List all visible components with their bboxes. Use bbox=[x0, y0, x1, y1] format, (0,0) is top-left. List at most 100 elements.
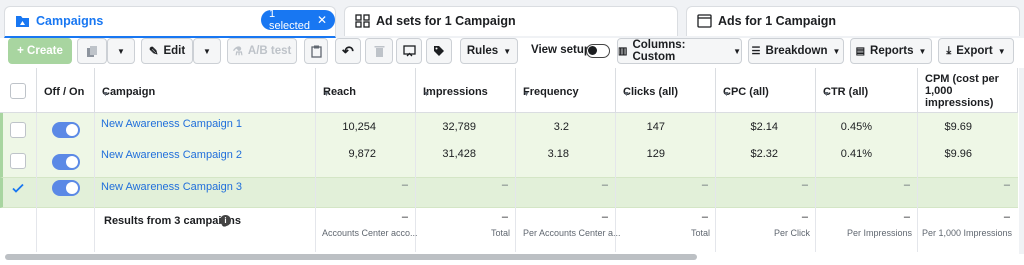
chevron-down-icon: ▼ bbox=[117, 46, 125, 56]
row-checkbox[interactable] bbox=[10, 122, 26, 138]
col-reach[interactable]: Reach ▼ bbox=[316, 68, 416, 113]
ctr-value: – bbox=[903, 179, 910, 191]
row-checkbox[interactable] bbox=[10, 153, 26, 169]
columns-icon: ▥ bbox=[618, 45, 628, 57]
select-all-checkbox[interactable] bbox=[10, 83, 26, 99]
columns-button[interactable]: ▥ Columns: Custom ▼ bbox=[617, 38, 742, 64]
duplicate-dropdown[interactable]: ▼ bbox=[107, 38, 135, 64]
results-row: Results from 3 campaigns i – – – – – – –… bbox=[0, 208, 1018, 252]
preview-icon bbox=[402, 45, 416, 57]
campaign-name-link[interactable]: New Awareness Campaign 2 bbox=[101, 149, 242, 161]
col-cpm[interactable]: CPM (cost per 1,000 impressions) bbox=[918, 68, 1018, 113]
col-ctr[interactable]: CTR (all) ▼ bbox=[816, 68, 918, 113]
undo-icon: ↶ bbox=[342, 42, 354, 59]
export-button[interactable]: ⤓ Export ▼ bbox=[938, 38, 1014, 64]
campaign-name-link[interactable]: New Awareness Campaign 1 bbox=[101, 118, 242, 130]
col-cpc[interactable]: CPC (all) ▼ bbox=[716, 68, 816, 113]
chevron-down-icon: ▼ bbox=[832, 46, 841, 56]
edit-button[interactable]: ✎ Edit bbox=[141, 38, 193, 64]
tab-ad-sets[interactable]: Ad sets for 1 Campaign bbox=[344, 6, 678, 36]
frequency-value: – bbox=[601, 179, 608, 191]
cpm-value: $9.69 bbox=[944, 121, 972, 133]
preview-button[interactable] bbox=[396, 38, 422, 64]
selected-badge[interactable]: 1 selected ✕ bbox=[261, 8, 335, 32]
undo-button[interactable]: ↶ bbox=[335, 38, 361, 64]
ctr-value: 0.45% bbox=[840, 121, 872, 133]
info-icon[interactable]: i bbox=[220, 215, 231, 226]
horizontal-scrollbar[interactable] bbox=[5, 254, 697, 260]
vertical-scrollbar[interactable] bbox=[1019, 68, 1024, 254]
breakdown-icon: ☰ bbox=[751, 45, 761, 57]
sort-icon[interactable]: ▼ bbox=[523, 89, 610, 101]
cpc-total-dash: – bbox=[801, 211, 808, 223]
frequency-total-dash: – bbox=[601, 211, 608, 223]
grid-col bbox=[0, 208, 37, 252]
reach-value: 9,872 bbox=[348, 148, 376, 160]
row-checkbox-checked[interactable] bbox=[10, 180, 26, 196]
grid-icon bbox=[355, 14, 370, 28]
col-frequency[interactable]: Frequency ▼ bbox=[516, 68, 616, 113]
col-campaign[interactable]: Campaign ▼ bbox=[95, 68, 316, 113]
sort-icon[interactable]: ▼ bbox=[723, 89, 810, 101]
ctr-total-dash: – bbox=[903, 211, 910, 223]
clicks-total-dash: – bbox=[701, 211, 708, 223]
create-button[interactable]: + Create bbox=[8, 38, 72, 64]
reach-total-dash: – bbox=[401, 211, 408, 223]
view-setup-label: View setup bbox=[531, 44, 591, 56]
impressions-value: – bbox=[501, 179, 508, 191]
chevron-down-icon: ▼ bbox=[503, 46, 512, 56]
sort-icon[interactable]: ▼ bbox=[823, 89, 912, 101]
ab-test-button[interactable]: ⚗ A/B test bbox=[227, 38, 297, 64]
tag-button[interactable] bbox=[426, 38, 452, 64]
campaign-toggle[interactable] bbox=[52, 180, 80, 196]
clicks-total-caption: Total bbox=[690, 228, 710, 238]
clear-selection-icon[interactable]: ✕ bbox=[317, 13, 327, 27]
cpm-value: $9.96 bbox=[944, 148, 972, 160]
col-off-on: Off / On bbox=[37, 68, 95, 113]
cpm-total-caption: Per 1,000 Impressions bbox=[921, 228, 1012, 238]
columns-label: Columns: Custom bbox=[632, 39, 686, 63]
reports-button[interactable]: ▤ Reports ▼ bbox=[850, 38, 932, 64]
sort-icon[interactable]: ▼ bbox=[623, 89, 710, 101]
sort-icon[interactable]: ▼ bbox=[102, 89, 310, 101]
clicks-value: – bbox=[701, 179, 708, 191]
duplicate-button[interactable] bbox=[77, 38, 107, 64]
rules-button[interactable]: Rules ▼ bbox=[460, 38, 518, 64]
col-impressions[interactable]: Impressions ▼ bbox=[416, 68, 516, 113]
delete-button[interactable] bbox=[365, 38, 393, 64]
flask-icon: ⚗ bbox=[232, 46, 243, 58]
edit-dropdown[interactable]: ▼ bbox=[193, 38, 221, 64]
tab-campaigns[interactable]: Campaigns 1 selected ✕ bbox=[4, 6, 336, 38]
reach-value: 10,254 bbox=[342, 121, 376, 133]
view-setup-toggle[interactable] bbox=[586, 44, 610, 58]
campaign-toggle[interactable] bbox=[52, 154, 80, 170]
frequency-total-caption: Per Accounts Center a... bbox=[523, 228, 621, 238]
clipboard-button[interactable] bbox=[304, 38, 328, 64]
export-label: Export bbox=[956, 45, 993, 57]
cpm-total-dash: – bbox=[1003, 211, 1010, 223]
ab-test-label: A/B test bbox=[247, 45, 292, 57]
campaign-name-link[interactable]: New Awareness Campaign 3 bbox=[101, 181, 242, 193]
sort-icon[interactable]: ▼ bbox=[423, 89, 510, 101]
clipboard-icon bbox=[310, 45, 322, 58]
reports-label: Reports bbox=[870, 45, 914, 57]
folder-icon bbox=[16, 16, 29, 27]
breakdown-button[interactable]: ☰ Breakdown ▼ bbox=[748, 38, 844, 64]
cpm-value: – bbox=[1003, 179, 1010, 191]
col-clicks[interactable]: Clicks (all) ▼ bbox=[616, 68, 716, 113]
ctr-value: 0.41% bbox=[840, 148, 872, 160]
select-all-header bbox=[0, 68, 37, 113]
impressions-total-dash: – bbox=[501, 211, 508, 223]
edit-label: Edit bbox=[163, 45, 186, 57]
col-cpm-label-2: 1,000 bbox=[925, 85, 953, 97]
sort-icon[interactable]: ▼ bbox=[323, 89, 410, 101]
col-cpm-label-3: impressions) bbox=[925, 97, 994, 109]
clicks-value: 147 bbox=[646, 121, 665, 133]
window-icon bbox=[697, 14, 712, 28]
chevron-down-icon: ▼ bbox=[203, 46, 211, 56]
tab-ads[interactable]: Ads for 1 Campaign bbox=[686, 6, 1020, 36]
ctr-total-caption: Per Impressions bbox=[846, 228, 912, 238]
campaign-toggle[interactable] bbox=[52, 122, 80, 138]
download-icon: ⤓ bbox=[946, 44, 952, 57]
frequency-value: 3.18 bbox=[547, 148, 569, 160]
